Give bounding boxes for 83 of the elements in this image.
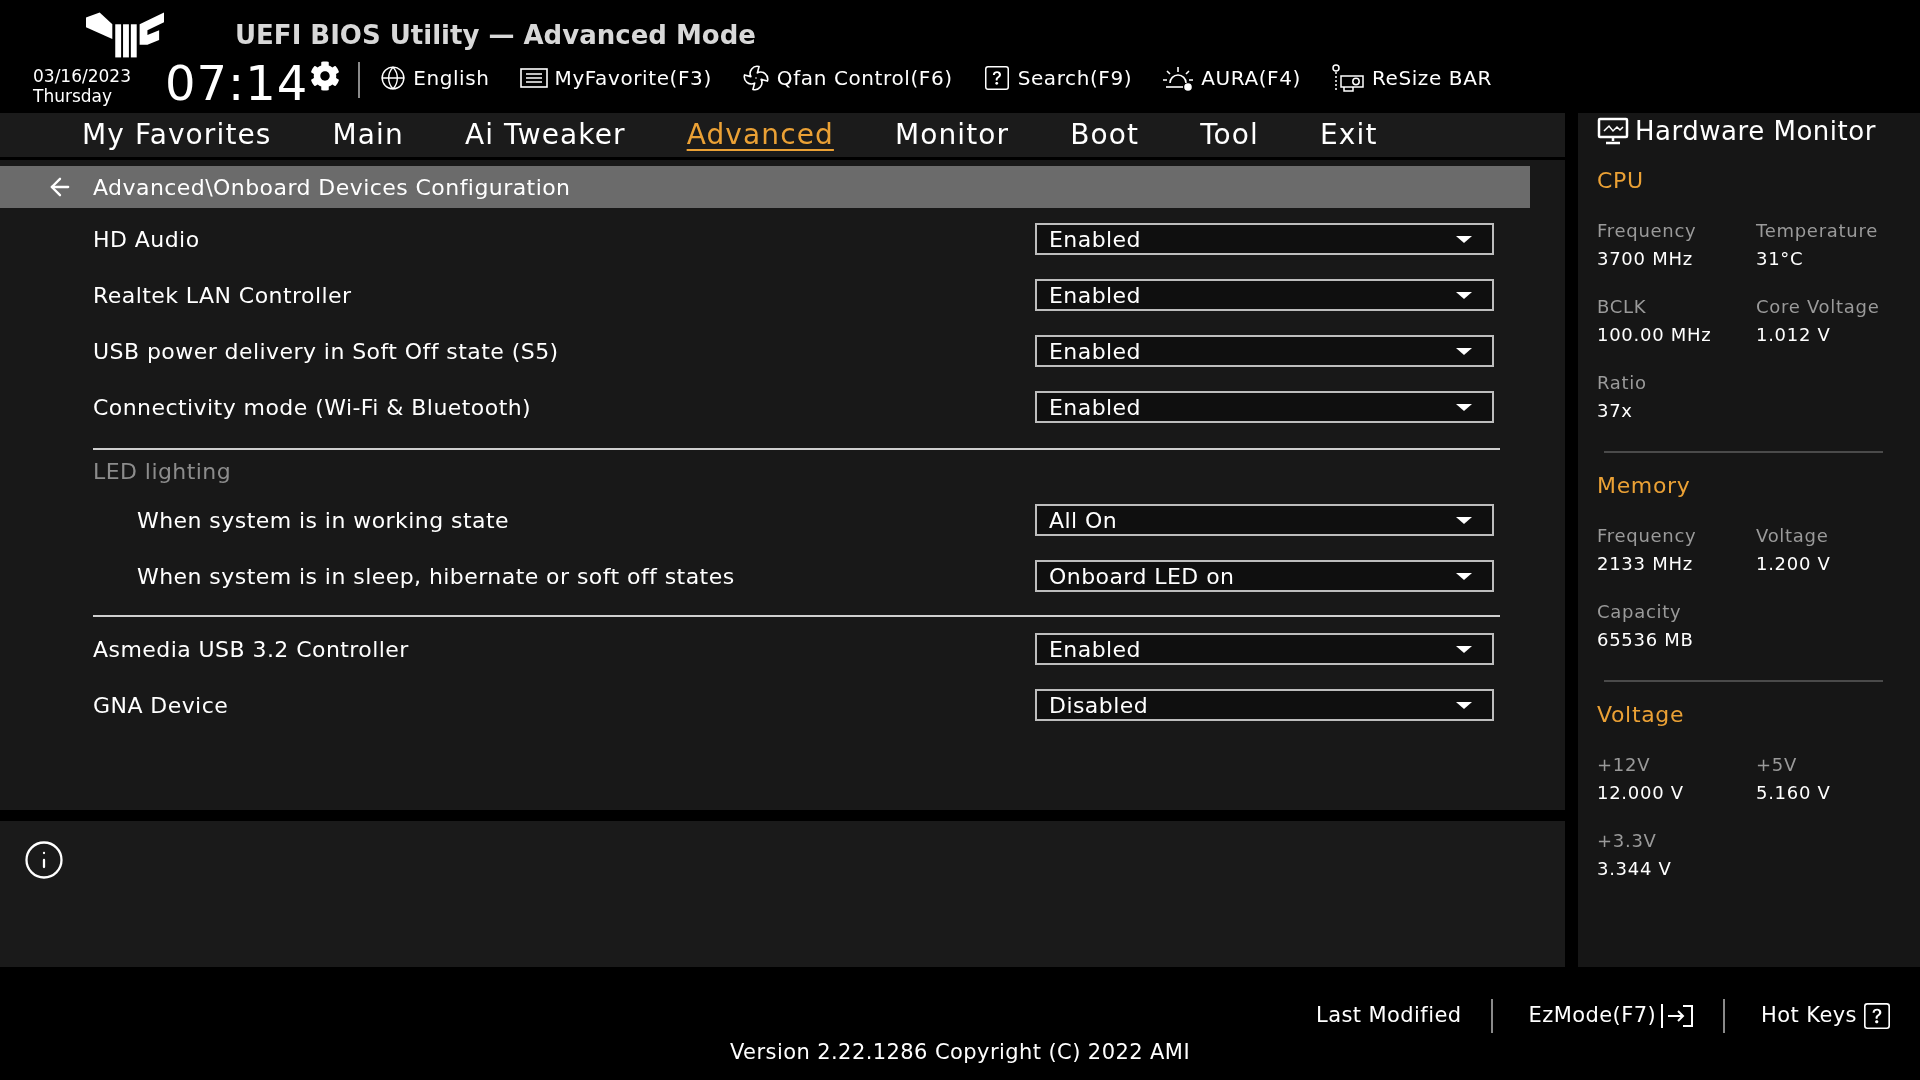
reading-value: 100.00 MHz	[1597, 323, 1713, 347]
toolbar-button[interactable]: Qfan Control(F6)	[741, 63, 953, 93]
reading-value: 3700 MHz	[1597, 247, 1694, 271]
nav-tab[interactable]: Advanced	[686, 117, 834, 153]
arrow-into-bracket-icon	[1660, 1003, 1695, 1029]
setting-label: Connectivity mode (Wi-Fi & Bluetooth)	[93, 393, 532, 422]
reading-label: BCLK	[1597, 295, 1648, 319]
info-icon	[23, 839, 65, 881]
breadcrumb-path: Advanced\Onboard Devices Configuration	[93, 173, 571, 202]
setting-label: When system is in sleep, hibernate or soft off states	[137, 562, 735, 591]
dropdown[interactable]: Disabled	[1035, 689, 1494, 721]
nav-tab[interactable]: Ai Tweaker	[464, 117, 626, 153]
reading-label: Capacity	[1597, 600, 1683, 624]
dropdown[interactable]: Enabled	[1035, 391, 1494, 423]
weekday-text: Thursday	[33, 86, 114, 106]
toolbar-button[interactable]: English	[380, 63, 490, 93]
setting-label: HD Audio	[93, 225, 200, 254]
caret-icon	[1456, 235, 1472, 243]
card-list-icon	[519, 68, 548, 88]
caret-icon	[1456, 347, 1472, 355]
setting-label: Realtek LAN Controller	[93, 281, 352, 310]
reading-value: 37x	[1597, 399, 1634, 423]
graphics-card-icon	[1330, 64, 1365, 92]
reading-label: Voltage	[1756, 524, 1830, 548]
dropdown[interactable]: All On	[1035, 504, 1494, 536]
reading-value: 3.344 V	[1597, 857, 1673, 881]
section-heading: Voltage	[1597, 701, 1686, 729]
nav-tab[interactable]: Main	[332, 117, 404, 153]
footer-button[interactable]: EzMode(F7)	[1528, 1000, 1695, 1032]
monitor-graph-icon	[1597, 117, 1629, 145]
caret-icon	[1456, 516, 1472, 524]
caret-icon	[1456, 645, 1472, 653]
footer-button[interactable]: Last Modified	[1316, 1000, 1462, 1032]
dropdown[interactable]: Onboard LED on	[1035, 560, 1494, 592]
reading-label: +3.3V	[1597, 829, 1658, 853]
dropdown[interactable]: Enabled	[1035, 633, 1494, 665]
setting-label: GNA Device	[93, 691, 229, 720]
caret-icon	[1456, 403, 1472, 411]
reading-label: Frequency	[1597, 524, 1698, 548]
setting-label: USB power delivery in Soft Off state (S5)	[93, 337, 559, 366]
section-heading: CPU	[1597, 167, 1645, 195]
reading-label: +12V	[1597, 753, 1652, 777]
caret-icon	[1456, 572, 1472, 580]
reading-value: 2133 MHz	[1597, 552, 1694, 576]
toolbar-button[interactable]: Search(F9)	[982, 63, 1133, 93]
globe-icon	[380, 65, 407, 91]
light-rays-icon	[1162, 65, 1195, 91]
toolbar-button[interactable]: MyFavorite(F3)	[519, 63, 712, 93]
window-title: UEFI BIOS Utility — Advanced Mode	[235, 19, 756, 52]
reading-value: 1.200 V	[1756, 552, 1832, 576]
reading-value: 31°C	[1756, 247, 1805, 271]
toolbar-button[interactable]: AURA(F4)	[1162, 63, 1301, 93]
footer-button[interactable]: Hot Keys	[1761, 1000, 1893, 1032]
setting-label: Asmedia USB 3.2 Controller	[93, 635, 409, 664]
reading-label: Temperature	[1756, 219, 1879, 243]
version-text: Version 2.22.1286 Copyright (C) 2022 AMI	[729, 1039, 1191, 1067]
toolbar-button[interactable]: ReSize BAR	[1330, 63, 1492, 93]
reading-label: +5V	[1756, 753, 1798, 777]
reading-value: 65536 MB	[1597, 628, 1695, 652]
section-heading: Memory	[1597, 472, 1692, 500]
fan-icon	[741, 64, 770, 92]
dropdown[interactable]: Enabled	[1035, 279, 1494, 311]
setting-label: When system is in working state	[137, 506, 509, 535]
clock-time: 07:14	[165, 58, 309, 108]
date-text: 03/16/2023	[33, 66, 132, 86]
nav-tab[interactable]: Monitor	[894, 117, 1010, 153]
nav-tab[interactable]: My Favorites	[82, 117, 272, 153]
group-heading: LED lighting	[93, 457, 232, 486]
reading-label: Frequency	[1597, 219, 1698, 243]
nav-tab[interactable]: Exit	[1320, 117, 1378, 153]
reading-value: 5.160 V	[1756, 781, 1832, 805]
nav-tab[interactable]: Tool	[1200, 117, 1259, 153]
caret-icon	[1456, 291, 1472, 299]
reading-value: 12.000 V	[1597, 781, 1685, 805]
nav-tab[interactable]: Boot	[1070, 117, 1140, 153]
dropdown[interactable]: Enabled	[1035, 223, 1494, 255]
panel-title: Hardware Monitor	[1635, 114, 1876, 148]
settings-icon[interactable]	[310, 61, 341, 91]
reading-value: 1.012 V	[1756, 323, 1832, 347]
dropdown[interactable]: Enabled	[1035, 335, 1494, 367]
reading-label: Core Voltage	[1756, 295, 1881, 319]
caret-icon	[1456, 701, 1472, 709]
reading-label: Ratio	[1597, 371, 1648, 395]
